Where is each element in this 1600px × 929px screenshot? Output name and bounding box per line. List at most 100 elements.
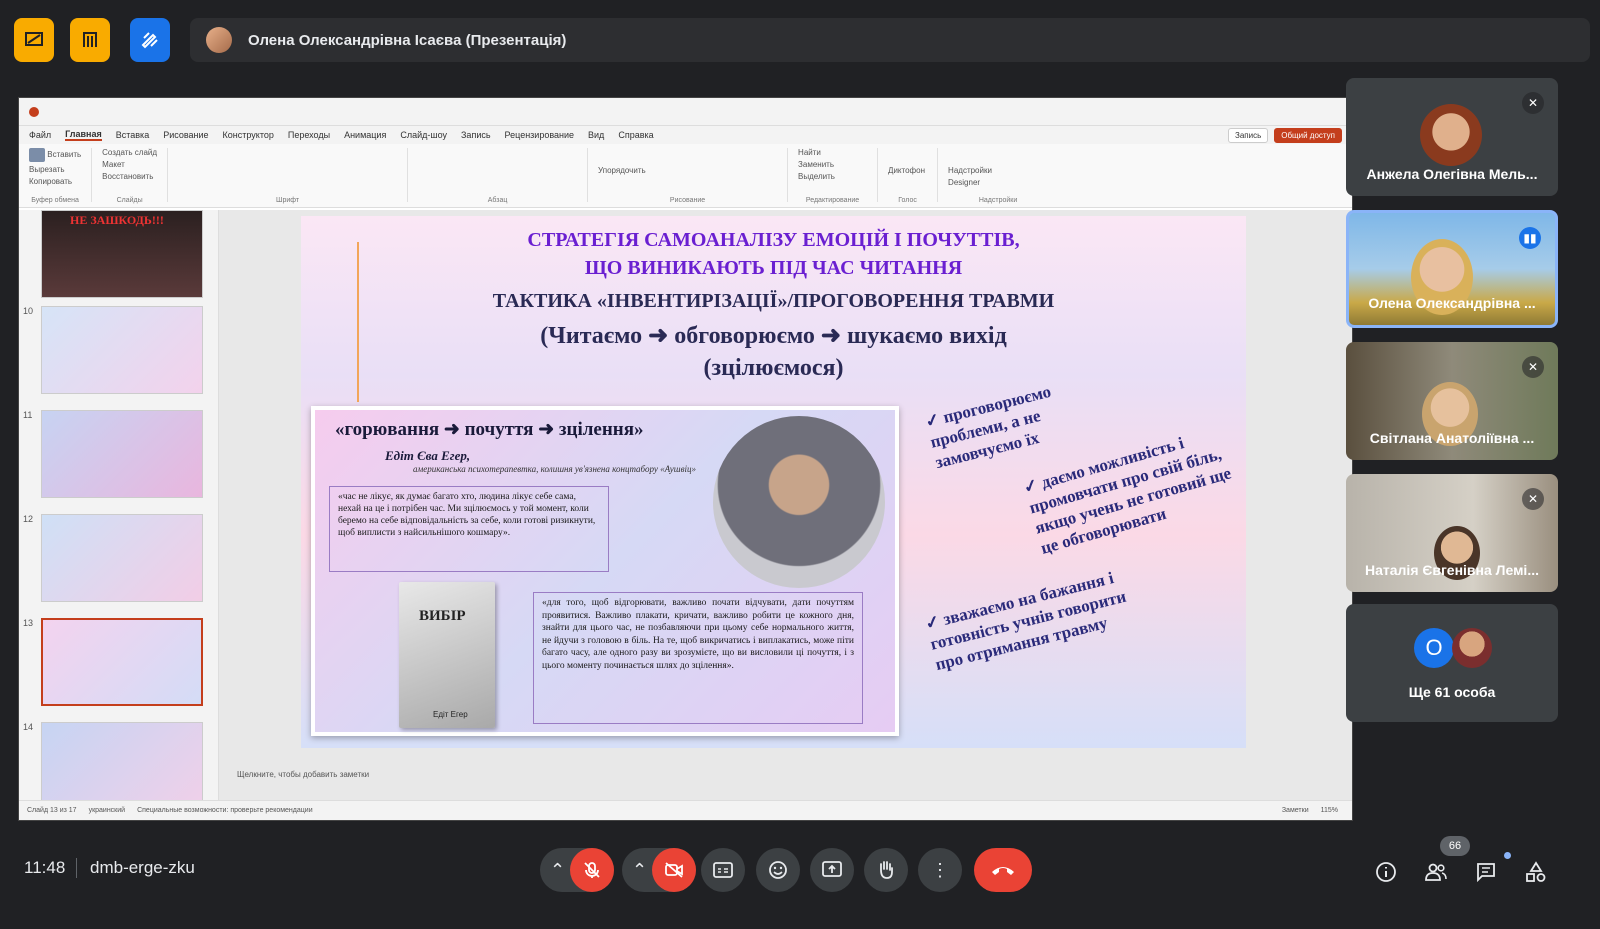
arrange-button[interactable]: Упорядочить xyxy=(598,166,777,175)
captions-button[interactable] xyxy=(701,848,745,892)
building-icon xyxy=(83,32,97,47)
more-options-button[interactable]: ⋮ xyxy=(918,848,962,892)
quote-text-2: «для того, щоб відгорювати, важливо поча… xyxy=(533,592,863,724)
dictate-button[interactable]: Диктофон xyxy=(888,166,927,175)
slides-group: Создать слайд Макет Восстановить Слайды xyxy=(102,148,169,204)
slide-thumb-9[interactable]: НЕ ЗАШКОДЬ!!! xyxy=(41,210,203,298)
participant-count-badge: 66 xyxy=(1440,836,1470,856)
present-button[interactable] xyxy=(810,848,854,892)
addins-button[interactable]: Надстройки xyxy=(948,166,1048,175)
mic-off-icon: ✕ xyxy=(1522,356,1544,378)
cut-button[interactable]: Вырезать xyxy=(29,165,81,174)
shared-screen: Файл Главная Вставка Рисование Конструкт… xyxy=(18,97,1353,821)
activity-app-button[interactable] xyxy=(14,18,54,62)
chevron-up-icon[interactable]: ⌃ xyxy=(550,860,565,881)
card-heading: «горювання ➜ почуття ➜ зцілення» xyxy=(335,419,644,440)
notes-toggle[interactable]: Заметки xyxy=(1282,807,1309,814)
menu-record[interactable]: Запись xyxy=(461,130,491,140)
menu-view[interactable]: Вид xyxy=(588,130,604,140)
more-participants-tile[interactable]: О Ще 61 особа xyxy=(1346,604,1558,722)
more-participants-label: Ще 61 особа xyxy=(1408,684,1496,700)
accessibility-status[interactable]: Специальные возможности: проверьте реком… xyxy=(137,807,313,814)
paste-icon xyxy=(29,148,45,162)
replace-button[interactable]: Заменить xyxy=(798,160,867,169)
menu-design[interactable]: Конструктор xyxy=(223,130,274,140)
camera-off-icon[interactable] xyxy=(652,848,696,892)
menu-insert[interactable]: Вставка xyxy=(116,130,149,140)
info-icon xyxy=(1376,862,1396,882)
microphone-control[interactable]: ⌃ xyxy=(540,848,614,892)
people-button[interactable] xyxy=(1422,858,1450,886)
reactions-button[interactable] xyxy=(756,848,800,892)
designer-button[interactable]: Designer xyxy=(948,178,1048,187)
paragraph-caption: Абзац xyxy=(487,197,508,204)
chat-button[interactable] xyxy=(1472,858,1500,886)
chevron-up-icon[interactable]: ⌃ xyxy=(632,860,647,881)
mic-off-icon[interactable] xyxy=(570,848,614,892)
zoom-level[interactable]: 115% xyxy=(1321,807,1352,814)
slide-thumb-14[interactable] xyxy=(41,722,203,810)
powerpoint-titlebar xyxy=(19,98,1352,126)
menu-animations[interactable]: Анимация xyxy=(344,130,386,140)
book-cover: ВИБІР Едіт Егер xyxy=(399,582,495,728)
top-bar: Олена Олександрівна Ісаєва (Презентація) xyxy=(0,0,1600,80)
find-button[interactable]: Найти xyxy=(798,148,867,157)
voice-caption: Голос xyxy=(898,197,917,204)
raise-hand-button[interactable] xyxy=(864,848,908,892)
annotate-app-button[interactable] xyxy=(130,18,170,62)
paragraph-group: Абзац xyxy=(418,148,589,204)
language-indicator[interactable]: украинский xyxy=(89,807,126,814)
addins-group: Надстройки Designer Надстройки xyxy=(948,148,1058,204)
reset-button[interactable]: Восстановить xyxy=(102,172,157,181)
slide-point-1: ✓ проговорюємо проблеми, а не замовчуємо… xyxy=(923,381,1053,473)
emoji-icon xyxy=(769,861,787,879)
card-author-role: американська психотерапевтка, колишня ув… xyxy=(413,464,696,474)
menu-transitions[interactable]: Переходы xyxy=(288,130,330,140)
participant-tile-3[interactable]: ✕ Світлана Анатоліївна ... xyxy=(1346,342,1558,460)
clipboard-caption: Буфер обмена xyxy=(31,197,79,204)
slide-thumb-13-selected[interactable] xyxy=(41,618,203,706)
paste-button[interactable]: Вставить xyxy=(29,148,81,162)
tools-app-button[interactable] xyxy=(70,18,110,62)
new-slide-button[interactable]: Создать слайд xyxy=(102,148,157,157)
copy-button[interactable]: Копировать xyxy=(29,177,81,186)
shapes-icon xyxy=(1526,861,1546,882)
present-screen-icon xyxy=(822,861,842,877)
meeting-details-button[interactable] xyxy=(1372,858,1400,886)
quote-card: «горювання ➜ почуття ➜ зцілення» Едіт Єв… xyxy=(311,406,899,736)
participant-photo-avatar xyxy=(1452,628,1492,668)
menu-help[interactable]: Справка xyxy=(618,130,653,140)
thumb-number: 13 xyxy=(23,618,34,628)
notes-placeholder[interactable]: Щелкните, чтобы добавить заметки xyxy=(237,770,369,779)
participant-name: Анжела Олегівна Мель... xyxy=(1366,166,1538,182)
menu-review[interactable]: Рецензирование xyxy=(505,130,575,140)
more-vert-icon: ⋮ xyxy=(931,859,949,880)
participant-tile-4[interactable]: ✕ Наталія Євгенівна Лемі... xyxy=(1346,474,1558,592)
select-button[interactable]: Выделить xyxy=(798,172,867,181)
slide-thumb-11[interactable] xyxy=(41,410,203,498)
mic-off-icon: ✕ xyxy=(1522,92,1544,114)
slide-thumb-12[interactable] xyxy=(41,514,203,602)
participant-avatar xyxy=(1420,104,1482,166)
powerpoint-logo-icon xyxy=(29,106,39,117)
participant-name: Наталія Євгенівна Лемі... xyxy=(1365,562,1539,578)
current-slide: СТРАТЕГІЯ САМОАНАЛІЗУ ЕМОЦІЙ І ПОЧУТТІВ,… xyxy=(301,216,1246,748)
pen-icon xyxy=(141,32,158,49)
book-author: Едіт Егер xyxy=(433,710,468,719)
participant-tile-2[interactable]: ▮▮ Олена Олександрівна ... xyxy=(1346,210,1558,328)
participant-tile-1[interactable]: ✕ Анжела Олегівна Мель... xyxy=(1346,78,1558,196)
menu-slideshow[interactable]: Слайд-шоу xyxy=(400,130,447,140)
menu-draw[interactable]: Рисование xyxy=(163,130,208,140)
activities-button[interactable] xyxy=(1522,858,1550,886)
menu-file[interactable]: Файл xyxy=(29,130,51,140)
leave-call-button[interactable] xyxy=(974,848,1032,892)
share-access-button[interactable]: Общий доступ xyxy=(1274,127,1342,143)
participant-initial-avatar: О xyxy=(1414,628,1454,668)
layout-button[interactable]: Макет xyxy=(102,160,157,169)
camera-control[interactable]: ⌃ xyxy=(622,848,696,892)
slide-steps: (Читаємо ➜ обговорюємо ➜ шукаємо вихід (… xyxy=(540,323,1007,381)
slide-thumb-10[interactable] xyxy=(41,306,203,394)
record-button[interactable]: Запись xyxy=(1228,127,1269,143)
presenter-name: Олена Олександрівна Ісаєва (Презентація) xyxy=(248,31,567,49)
menu-home[interactable]: Главная xyxy=(65,129,102,141)
